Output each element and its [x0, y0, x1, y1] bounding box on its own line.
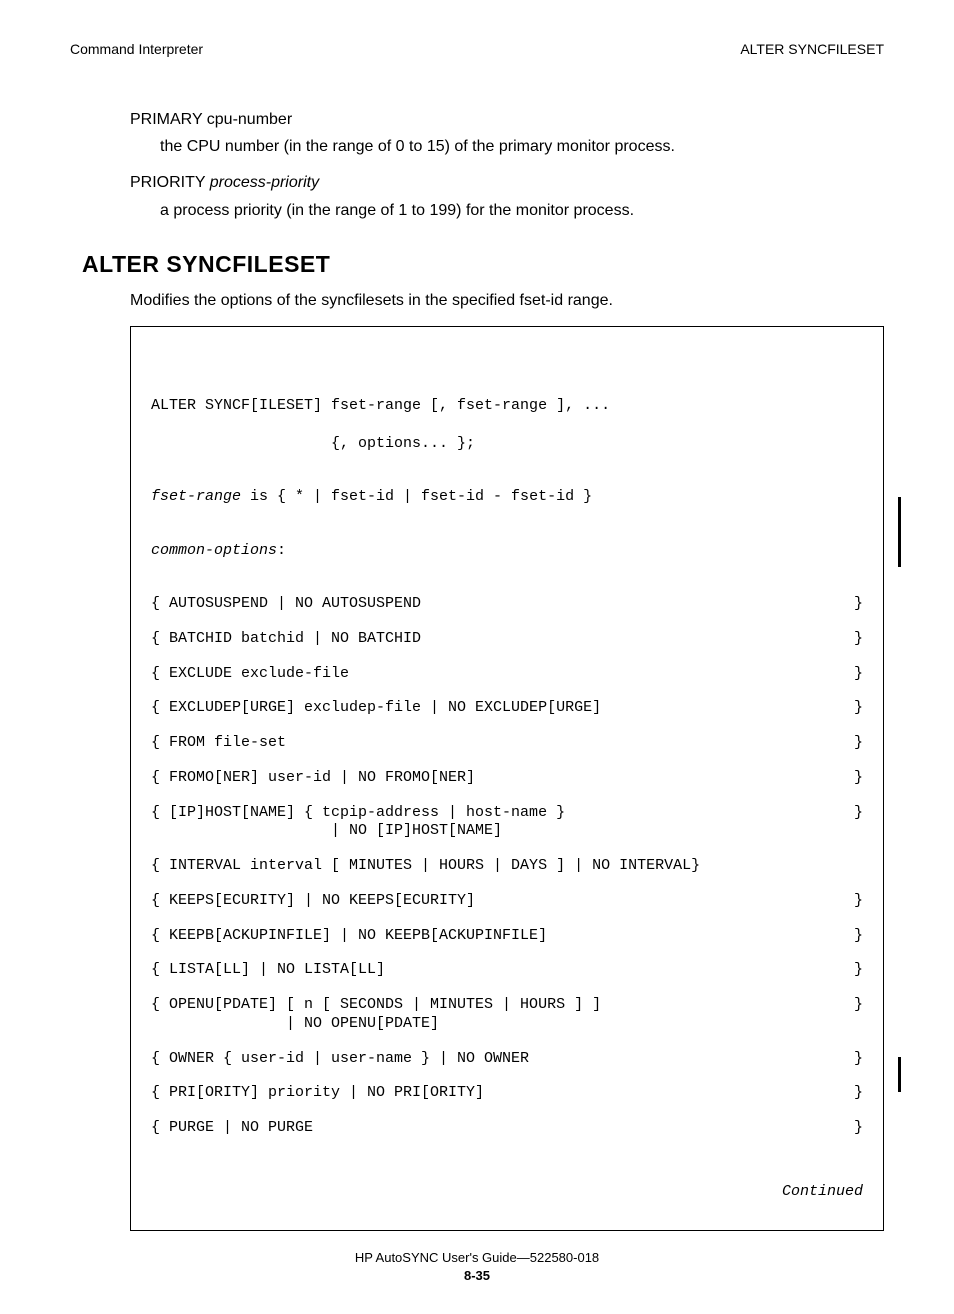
option-closer: } [854, 927, 863, 946]
option-closer: } [854, 1119, 863, 1138]
section-heading: ALTER SYNCFILESET [82, 249, 884, 280]
syntax-option: { OWNER { user-id | user-name } | NO OWN… [151, 1050, 863, 1069]
header-right: ALTER SYNCFILESET [740, 40, 884, 59]
footer-title: HP AutoSYNC User's Guide—522580-018 [70, 1249, 884, 1267]
option-text: { FROMO[NER] user-id | NO FROMO[NER] [151, 769, 475, 788]
term-text: PRIMARY cpu-number [130, 111, 292, 128]
option-text: { KEEPB[ACKUPINFILE] | NO KEEPB[ACKUPINF… [151, 927, 547, 946]
option-text: { PURGE | NO PURGE [151, 1119, 313, 1138]
syntax-option: { EXCLUDEP[URGE] excludep-file | NO EXCL… [151, 699, 863, 718]
term-text: PRIORITY [130, 174, 210, 191]
option-text: { OPENU[PDATE] [ n [ SECONDS | MINUTES |… [151, 996, 601, 1034]
syntax-option: { AUTOSUSPEND | NO AUTOSUSPEND} [151, 595, 863, 614]
change-bar [898, 1057, 901, 1092]
change-bar [898, 497, 901, 567]
syntax-option: { INTERVAL interval [ MINUTES | HOURS | … [151, 857, 863, 876]
option-closer: } [854, 595, 863, 614]
syntax-line: fset-range is { * | fset-id | fset-id - … [151, 488, 863, 507]
term-italic: process-priority [210, 174, 319, 191]
definition-term: PRIMARY cpu-number [130, 109, 884, 131]
syntax-option: { PURGE | NO PURGE} [151, 1119, 863, 1138]
option-text: { PRI[ORITY] priority | NO PRI[ORITY] [151, 1084, 484, 1103]
option-closer: } [854, 804, 863, 842]
option-text: { EXCLUDE exclude-file [151, 665, 349, 684]
syntax-line: common-options: [151, 542, 863, 561]
option-closer: } [854, 892, 863, 911]
syntax-option: { KEEPB[ACKUPINFILE] | NO KEEPB[ACKUPINF… [151, 927, 863, 946]
syntax-option: { FROM file-set} [151, 734, 863, 753]
option-closer: } [854, 630, 863, 649]
option-closer: } [854, 1050, 863, 1069]
syntax-line: ALTER SYNCF[ILESET] fset-range [, fset-r… [151, 397, 863, 416]
page-footer: HP AutoSYNC User's Guide—522580-018 8-35 [70, 1249, 884, 1284]
option-closer: } [854, 769, 863, 788]
syntax-option: { OPENU[PDATE] [ n [ SECONDS | MINUTES |… [151, 996, 863, 1034]
option-closer: } [854, 1084, 863, 1103]
option-text: { AUTOSUSPEND | NO AUTOSUSPEND [151, 595, 421, 614]
definition-desc: a process priority (in the range of 1 to… [160, 200, 884, 222]
continued-label: Continued [151, 1183, 863, 1202]
option-text: { EXCLUDEP[URGE] excludep-file | NO EXCL… [151, 699, 601, 718]
syntax-option: { EXCLUDE exclude-file} [151, 665, 863, 684]
option-closer: } [854, 996, 863, 1034]
option-closer: } [854, 699, 863, 718]
section-intro: Modifies the options of the syncfilesets… [130, 290, 884, 312]
option-text: { KEEPS[ECURITY] | NO KEEPS[ECURITY] [151, 892, 475, 911]
option-closer: } [854, 665, 863, 684]
option-text: { OWNER { user-id | user-name } | NO OWN… [151, 1050, 529, 1069]
syntax-option: { KEEPS[ECURITY] | NO KEEPS[ECURITY]} [151, 892, 863, 911]
syntax-line: {, options... }; [151, 435, 863, 454]
syntax-option: { LISTA[LL] | NO LISTA[LL]} [151, 961, 863, 980]
syntax-option: { PRI[ORITY] priority | NO PRI[ORITY]} [151, 1084, 863, 1103]
option-text: { INTERVAL interval [ MINUTES | HOURS | … [151, 857, 700, 876]
definition-desc: the CPU number (in the range of 0 to 15)… [160, 136, 884, 158]
option-text: { FROM file-set [151, 734, 286, 753]
definition-term: PRIORITY process-priority [130, 172, 884, 194]
syntax-option: { BATCHID batchid | NO BATCHID} [151, 630, 863, 649]
option-text: { LISTA[LL] | NO LISTA[LL] [151, 961, 385, 980]
syntax-option: { [IP]HOST[NAME] { tcpip-address | host-… [151, 804, 863, 842]
syntax-box: ALTER SYNCF[ILESET] fset-range [, fset-r… [130, 326, 884, 1231]
header-left: Command Interpreter [70, 40, 203, 59]
page-number: 8-35 [70, 1267, 884, 1285]
syntax-option: { FROMO[NER] user-id | NO FROMO[NER]} [151, 769, 863, 788]
option-text: { [IP]HOST[NAME] { tcpip-address | host-… [151, 804, 565, 842]
option-closer: } [854, 961, 863, 980]
option-text: { BATCHID batchid | NO BATCHID [151, 630, 421, 649]
page-header: Command Interpreter ALTER SYNCFILESET [70, 40, 884, 59]
option-closer: } [854, 734, 863, 753]
